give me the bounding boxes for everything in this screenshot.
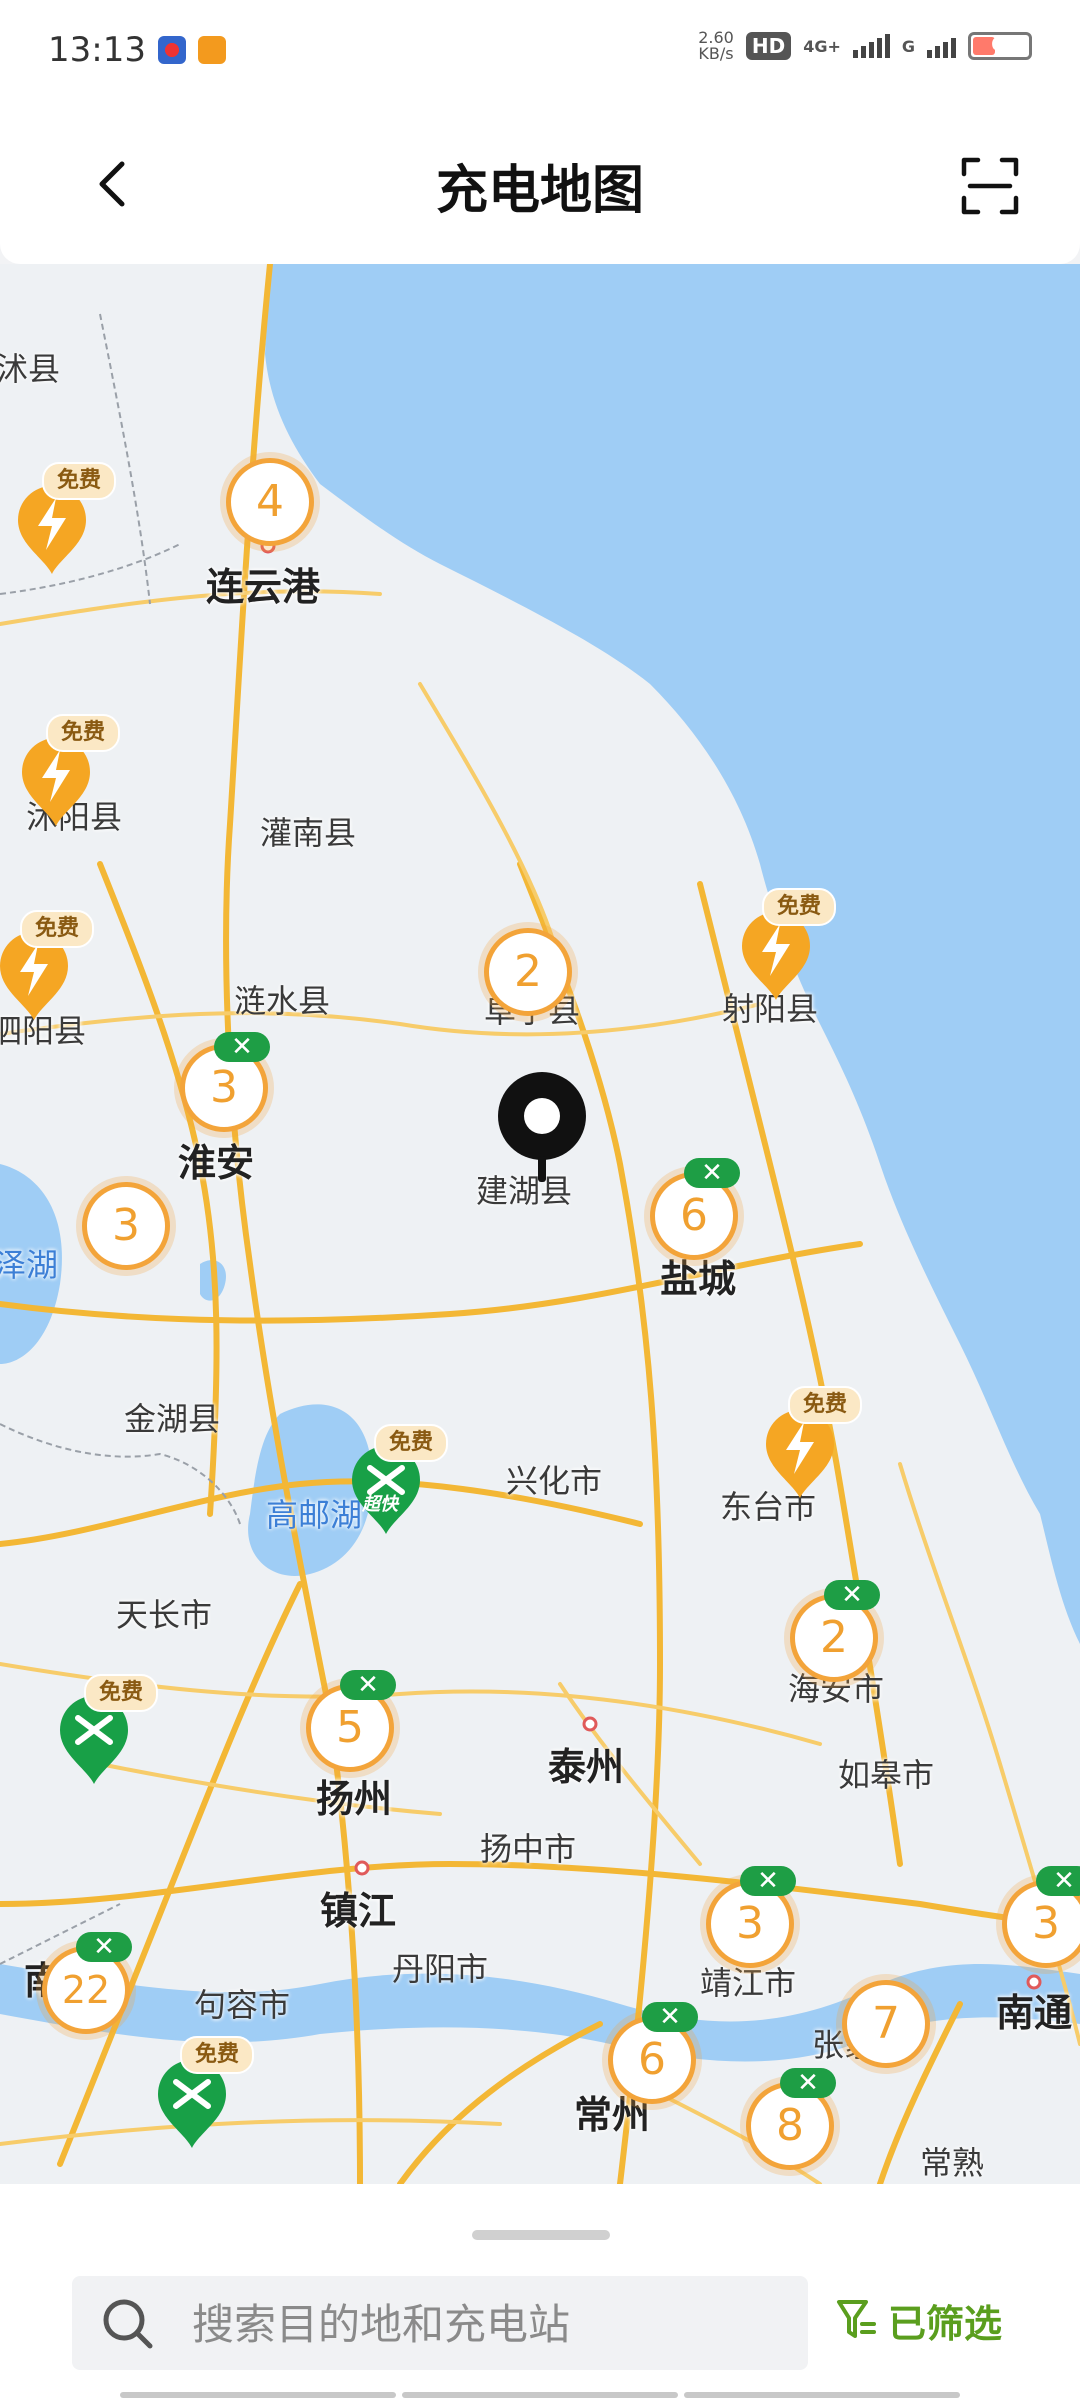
status-system-icons: 2.60 KB/s HD 4G+ G 61 <box>698 30 1032 62</box>
station-cluster[interactable]: 7 <box>842 1980 930 2068</box>
place-label: 泰州 <box>548 1745 625 1789</box>
charging-map[interactable]: 沭县 连云港 沭阳县 灌南县 泗阳县 涟水县 阜宁县 射阳县 淮安 建湖县 盐城… <box>0 264 1080 2184</box>
search-bar[interactable] <box>72 2276 808 2372</box>
place-label: 淮安 <box>178 1141 255 1185</box>
status-notification-icons <box>158 36 226 64</box>
free-tag: 免费 <box>180 2036 254 2074</box>
charger-badge: ✕ <box>214 1032 270 1062</box>
place-label: 灌南县 <box>260 814 357 852</box>
free-tag: 免费 <box>788 1386 862 1424</box>
app-notification-icon <box>198 36 226 64</box>
charger-badge: ✕ <box>740 1866 796 1896</box>
signal-icon <box>852 34 890 58</box>
place-label: 泽湖 <box>0 1246 59 1284</box>
status-time: 13:13 <box>48 30 146 70</box>
net-speed-unit: KB/s <box>698 44 734 63</box>
place-label: 镇江 <box>320 1889 397 1933</box>
place-label: 南通 <box>996 1991 1073 2035</box>
net-type-secondary: G <box>901 36 915 56</box>
location-marker-icon <box>498 1072 586 1182</box>
hd-icon: HD <box>745 32 792 60</box>
place-label: 连云港 <box>206 565 321 609</box>
bottom-decoration <box>120 2392 960 2398</box>
place-label: 涟水县 <box>234 982 331 1020</box>
charger-badge: ✕ <box>340 1670 396 1700</box>
place-label: 扬州 <box>316 1777 393 1821</box>
nav-bar: 充电地图 <box>0 104 1080 264</box>
free-tag: 免费 <box>84 1674 158 1712</box>
place-label: 天长市 <box>116 1596 213 1634</box>
station-cluster[interactable]: 3 <box>82 1182 170 1270</box>
search-input[interactable] <box>190 2276 794 2372</box>
battery-icon: 61 <box>968 32 1032 60</box>
place-label: 金湖县 <box>124 1400 221 1438</box>
charger-badge: ✕ <box>824 1580 880 1610</box>
sheet-drag-handle[interactable] <box>472 2230 610 2240</box>
filter-label: 已筛选 <box>888 2301 1003 2346</box>
scan-icon[interactable] <box>960 156 1020 216</box>
page-title: 充电地图 <box>435 161 644 221</box>
signal-icon <box>927 34 956 58</box>
place-label: 扬中市 <box>480 1830 577 1868</box>
place-label: 如皋市 <box>838 1756 935 1794</box>
filter-icon <box>837 2300 876 2338</box>
free-tag: 免费 <box>374 1424 448 1462</box>
free-tag: 免费 <box>762 888 836 926</box>
app-notification-icon <box>158 36 186 64</box>
charger-badge: ✕ <box>642 2002 698 2032</box>
search-icon <box>103 2299 153 2349</box>
place-label: 句容市 <box>194 1986 291 2024</box>
charger-badge: ✕ <box>684 1158 740 1188</box>
net-type-primary: 4G+ <box>803 36 841 56</box>
charger-badge: ✕ <box>76 1932 132 1962</box>
super-fast-label: 超快 <box>362 1494 398 1515</box>
bottom-sheet: 已筛选 <box>0 2184 1080 2400</box>
filter-button[interactable]: 已筛选 <box>836 2290 1002 2350</box>
station-cluster[interactable]: 4 <box>226 458 314 546</box>
status-bar: 13:13 2.60 KB/s HD 4G+ G 61 <box>0 0 1080 104</box>
place-label: 常熟 <box>920 2144 985 2182</box>
free-tag: 免费 <box>20 910 94 948</box>
charger-badge: ✕ <box>1036 1866 1080 1896</box>
free-tag: 免费 <box>46 714 120 752</box>
place-label: 沭县 <box>0 350 61 388</box>
charger-badge: ✕ <box>780 2068 836 2098</box>
free-tag: 免费 <box>42 462 116 500</box>
station-cluster[interactable]: 2 <box>484 928 572 1016</box>
place-label: 兴化市 <box>506 1462 603 1500</box>
battery-level: 61 <box>991 34 1017 55</box>
place-label: 丹阳市 <box>392 1950 489 1988</box>
